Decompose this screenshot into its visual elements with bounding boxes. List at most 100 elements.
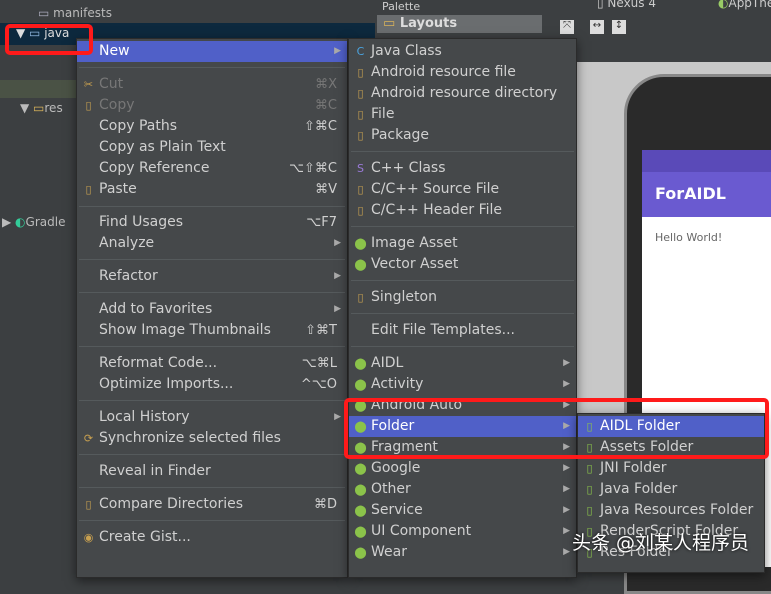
shortcut-label: ⌘X (315, 77, 337, 92)
submenu-arrow-icon: ▶ (563, 484, 570, 494)
palette-title: Palette (382, 0, 421, 13)
menu-item-label: Wear (371, 544, 407, 560)
menu-item-label: Java Class (371, 43, 442, 59)
menu-item-c-class[interactable]: S C++ Class (349, 158, 576, 179)
menu-separator (79, 400, 345, 401)
new-submenu: C Java Class ▯ Android resource file ▯ Androi… (348, 38, 577, 578)
menu-item-c-c-source-file[interactable]: ▯ C/C++ Source File (349, 179, 576, 200)
menu-item-label: JNI Folder (600, 460, 667, 476)
tree-item-manifests[interactable]: ▭ manifests (38, 3, 112, 23)
menu-item-cut[interactable]: ✂ Cut ⌘X (77, 74, 347, 95)
menu-item-label: Show Image Thumbnails (99, 322, 271, 338)
shortcut-label: ⇧⌘C (304, 119, 337, 134)
java-class-icon: C (356, 45, 365, 58)
menu-item-label: Edit File Templates... (371, 322, 515, 338)
menu-item-java-resources-folder[interactable]: ▯ Java Resources Folder (578, 500, 764, 521)
shortcut-label: ⌘D (313, 497, 337, 512)
menu-item-create-gist[interactable]: ◉ Create Gist... (77, 527, 347, 548)
menu-item-label: Local History (99, 409, 190, 425)
menu-item-reformat-code[interactable]: Reformat Code... ⌥⌘L (77, 353, 347, 374)
menu-item-label: Analyze (99, 235, 155, 251)
menu-item-label: Refactor (99, 268, 158, 284)
copy-icon: ▯ (85, 99, 92, 112)
menu-item-label: File (371, 106, 395, 122)
highlight-folder-row (344, 398, 769, 459)
palette-layouts[interactable]: ▭ Layouts (377, 15, 542, 33)
submenu-arrow-icon: ▶ (563, 379, 570, 389)
fit-height-icon[interactable]: ↕ (612, 20, 626, 34)
fit-width-icon[interactable]: ↔ (590, 20, 604, 34)
menu-item-copy-as-plain-text[interactable]: Copy as Plain Text (77, 137, 347, 158)
submenu-arrow-icon: ▶ (334, 271, 341, 281)
android-icon: ⬤ (354, 258, 367, 271)
menu-item-c-c-header-file[interactable]: ▯ C/C++ Header File (349, 200, 576, 221)
menu-item-copy-paths[interactable]: Copy Paths ⇧⌘C (77, 116, 347, 137)
menu-item-image-asset[interactable]: ⬤ Image Asset (349, 233, 576, 254)
menu-item-java-folder[interactable]: ▯ Java Folder (578, 479, 764, 500)
menu-separator (79, 454, 345, 455)
menu-item-optimize-imports[interactable]: Optimize Imports... ^⌥O (77, 374, 347, 395)
menu-item-label: Android resource file (371, 64, 516, 80)
menu-separator (79, 206, 345, 207)
tree-hover-row (0, 80, 76, 98)
menu-item-android-resource-file[interactable]: ▯ Android resource file (349, 62, 576, 83)
menu-item-label: Java Resources Folder (600, 502, 754, 518)
menu-item-find-usages[interactable]: Find Usages ⌥F7 (77, 212, 347, 233)
menu-item-service[interactable]: ⬤ Service ▶ (349, 500, 576, 521)
menu-item-ui-component[interactable]: ⬤ UI Component ▶ (349, 521, 576, 542)
menu-item-show-image-thumbnails[interactable]: Show Image Thumbnails ⇧⌘T (77, 320, 347, 341)
tree-item-res[interactable]: ▼ ▭res (20, 98, 63, 118)
cpp-class-icon: S (357, 162, 364, 175)
menu-item-new[interactable]: New ▶ (77, 41, 347, 62)
menu-item-wear[interactable]: ⬤ Wear ▶ (349, 542, 576, 563)
shortcut-label: ⌘V (315, 182, 337, 197)
menu-separator (79, 346, 345, 347)
shortcut-label: ⌘C (314, 98, 337, 113)
menu-item-package[interactable]: ▯ Package (349, 125, 576, 146)
folder-add-icon: ▯ (586, 504, 593, 517)
folder-icon: ▭ (383, 16, 400, 31)
menu-separator (79, 487, 345, 488)
menu-item-add-to-favorites[interactable]: Add to Favorites ▶ (77, 299, 347, 320)
folder-icon: ▭ (38, 6, 54, 20)
submenu-arrow-icon: ▶ (334, 46, 341, 56)
menu-item-label: Image Asset (371, 235, 458, 251)
menu-item-refactor[interactable]: Refactor ▶ (77, 266, 347, 287)
tree-item-gradle[interactable]: ▶ ◐Gradle (2, 212, 65, 232)
device-selector[interactable]: ▯ Nexus 4 (597, 0, 656, 10)
menu-item-aidl[interactable]: ⬤ AIDL ▶ (349, 353, 576, 374)
menu-item-google[interactable]: ⬤ Google ▶ (349, 458, 576, 479)
menu-item-local-history[interactable]: Local History ▶ (77, 407, 347, 428)
menu-item-synchronize-selected-files[interactable]: ⟳ Synchronize selected files (77, 428, 347, 449)
menu-item-copy-reference[interactable]: Copy Reference ⌥⇧⌘C (77, 158, 347, 179)
menu-item-label: Activity (371, 376, 424, 392)
menu-item-compare-directories[interactable]: ▯ Compare Directories ⌘D (77, 494, 347, 515)
menu-item-other[interactable]: ⬤ Other ▶ (349, 479, 576, 500)
menu-item-analyze[interactable]: Analyze ▶ (77, 233, 347, 254)
gradle-icon: ◐ (15, 215, 26, 229)
menu-item-label: Paste (99, 181, 137, 197)
menu-item-vector-asset[interactable]: ⬤ Vector Asset (349, 254, 576, 275)
menu-item-copy[interactable]: ▯ Copy ⌘C (77, 95, 347, 116)
menu-item-paste[interactable]: ▯ Paste ⌘V (77, 179, 347, 200)
shortcut-label: ⇧⌘T (305, 323, 337, 338)
expand-arrow-icon: ▼ (20, 101, 34, 115)
menu-item-singleton[interactable]: ▯ Singleton (349, 287, 576, 308)
package-icon: ▯ (357, 129, 364, 142)
menu-item-android-resource-directory[interactable]: ▯ Android resource directory (349, 83, 576, 104)
theme-selector[interactable]: ◐AppThe (718, 0, 771, 10)
menu-item-label: Google (371, 460, 421, 476)
menu-item-label: Reformat Code... (99, 355, 218, 371)
menu-item-jni-folder[interactable]: ▯ JNI Folder (578, 458, 764, 479)
menu-separator (351, 226, 574, 227)
status-bar (642, 150, 771, 172)
menu-item-reveal-in-finder[interactable]: Reveal in Finder (77, 461, 347, 482)
menu-item-file[interactable]: ▯ File (349, 104, 576, 125)
zoom-fit-icon[interactable]: ⤧ (560, 20, 574, 34)
menu-item-activity[interactable]: ⬤ Activity ▶ (349, 374, 576, 395)
menu-item-label: Synchronize selected files (99, 430, 281, 446)
menu-item-edit-file-templates[interactable]: Edit File Templates... (349, 320, 576, 341)
expand-arrow-icon: ▶ (2, 215, 16, 229)
menu-item-java-class[interactable]: C Java Class (349, 41, 576, 62)
singleton-icon: ▯ (357, 291, 364, 304)
